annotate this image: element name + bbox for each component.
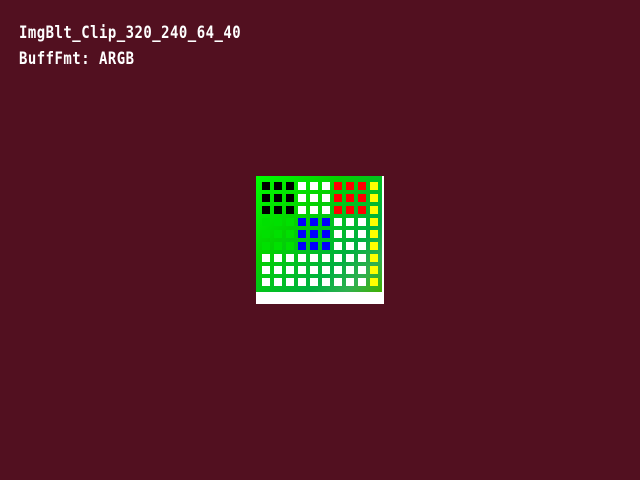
grid-cell: [286, 242, 294, 250]
grid-cell: [358, 206, 366, 214]
grid-cell: [310, 230, 318, 238]
grid-cell: [358, 194, 366, 202]
grid-cell: [310, 278, 318, 286]
grid-cell: [346, 242, 354, 250]
grid-cell: [298, 206, 306, 214]
clipped-test-image: [256, 176, 382, 292]
blit-output-area: [256, 176, 384, 304]
grid-cell: [334, 194, 342, 202]
grid-cell: [346, 182, 354, 190]
grid-cell: [322, 218, 330, 226]
grid-cell: [274, 266, 282, 274]
grid-cell: [370, 194, 378, 202]
grid-cell: [274, 194, 282, 202]
grid-cell: [334, 242, 342, 250]
grid-cell: [262, 230, 270, 238]
grid-cell: [286, 194, 294, 202]
grid-cell: [298, 194, 306, 202]
grid-cell: [262, 266, 270, 274]
grid-cell: [370, 278, 378, 286]
grid-cell: [358, 254, 366, 262]
test-name-caption: ImgBlt_Clip_320_240_64_40: [19, 23, 242, 43]
buffer-format-caption: BuffFmt: ARGB: [19, 49, 135, 69]
grid-cell: [370, 254, 378, 262]
grid-cell: [346, 230, 354, 238]
grid-cell: [358, 218, 366, 226]
grid-cell: [346, 194, 354, 202]
grid-cell: [274, 218, 282, 226]
grid-cell: [322, 278, 330, 286]
grid-cell: [322, 230, 330, 238]
grid-cell: [322, 194, 330, 202]
grid-cell: [346, 218, 354, 226]
right-edge-strip: [382, 176, 384, 292]
grid-cell: [358, 242, 366, 250]
grid-cell: [262, 182, 270, 190]
grid-cell: [262, 278, 270, 286]
grid-cell: [322, 206, 330, 214]
grid-cell: [346, 206, 354, 214]
grid-cell: [322, 254, 330, 262]
bottom-white-strip: [256, 292, 384, 304]
grid-cell: [334, 278, 342, 286]
grid-cell: [358, 230, 366, 238]
grid-cell: [322, 242, 330, 250]
grid-cell: [298, 242, 306, 250]
grid-cell: [370, 230, 378, 238]
grid-cell: [274, 254, 282, 262]
grid-cell: [370, 242, 378, 250]
grid-cell: [310, 254, 318, 262]
grid-cell: [322, 266, 330, 274]
grid-cell: [286, 230, 294, 238]
grid-cell: [346, 278, 354, 286]
grid-cell: [370, 206, 378, 214]
grid-cell: [346, 266, 354, 274]
grid-cell: [298, 218, 306, 226]
grid-cell: [334, 218, 342, 226]
grid-cell: [286, 278, 294, 286]
grid-cell: [274, 230, 282, 238]
grid-cell: [262, 206, 270, 214]
grid-cell: [310, 266, 318, 274]
grid-cell: [274, 278, 282, 286]
grid-cell: [298, 230, 306, 238]
grid-cell: [298, 182, 306, 190]
grid-cell: [358, 278, 366, 286]
grid-cell: [334, 254, 342, 262]
grid-cell: [286, 254, 294, 262]
grid-cell: [310, 206, 318, 214]
grid-cell: [274, 206, 282, 214]
grid-cell: [334, 182, 342, 190]
grid-cell: [298, 266, 306, 274]
grid-cell: [262, 254, 270, 262]
grid-cell: [262, 218, 270, 226]
grid-cell: [334, 206, 342, 214]
grid-cell: [358, 182, 366, 190]
grid-cell: [346, 254, 354, 262]
grid-cell: [274, 242, 282, 250]
grid-cell: [298, 254, 306, 262]
grid-cell: [322, 182, 330, 190]
grid-cell: [334, 266, 342, 274]
grid-cell: [334, 230, 342, 238]
grid-cell: [358, 266, 366, 274]
grid-cell: [274, 182, 282, 190]
grid-cell: [262, 194, 270, 202]
grid-cell: [286, 206, 294, 214]
screen-background: ImgBlt_Clip_320_240_64_40 BuffFmt: ARGB: [0, 0, 640, 480]
grid-cell: [370, 218, 378, 226]
grid-cell: [370, 182, 378, 190]
grid-cell: [298, 278, 306, 286]
grid-cell: [370, 266, 378, 274]
grid-cell: [286, 218, 294, 226]
grid-cell: [286, 182, 294, 190]
grid-cell: [310, 242, 318, 250]
grid-cell: [310, 194, 318, 202]
grid-cell: [310, 218, 318, 226]
grid-cell: [286, 266, 294, 274]
grid-cell: [262, 242, 270, 250]
grid-cell: [310, 182, 318, 190]
